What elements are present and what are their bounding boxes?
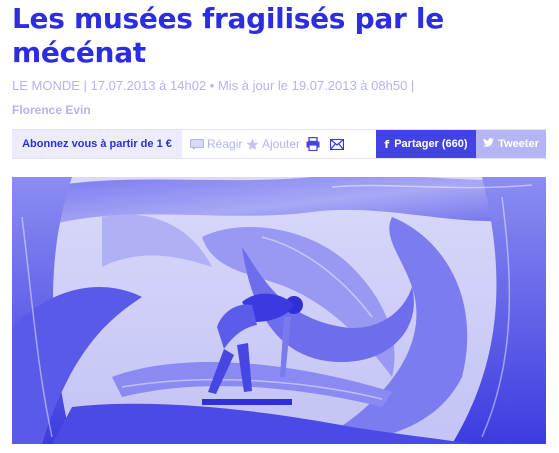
email-button[interactable] (330, 130, 344, 158)
share-toolbar: Abonnez vous à partir de 1 € Réagir Ajou… (12, 129, 546, 159)
article-photo (12, 177, 546, 444)
facebook-share-button[interactable]: f Partager (660) (376, 130, 476, 158)
comment-icon (190, 138, 204, 150)
article-meta: LE MONDE | 17.07.2013 à 14h02 • Mis à jo… (12, 78, 415, 93)
add-button[interactable]: Ajouter (246, 130, 300, 158)
facebook-icon: f (384, 137, 390, 151)
article-title: Les musées fragilisés par le mécénat (12, 2, 444, 69)
tweet-label: Tweeter (498, 138, 539, 150)
star-icon (246, 138, 259, 151)
twitter-icon (483, 138, 494, 150)
print-button[interactable] (306, 130, 320, 158)
mail-icon (330, 138, 344, 150)
react-label: Réagir (207, 137, 243, 151)
react-button[interactable]: Réagir (190, 130, 242, 158)
tweet-button[interactable]: Tweeter (476, 130, 546, 158)
sculpture-photo-illustration (12, 177, 546, 444)
author-name[interactable]: Florence Evin (12, 103, 91, 117)
print-icon (306, 137, 320, 151)
add-label: Ajouter (262, 137, 301, 151)
facebook-share-label: Partager (660) (394, 138, 468, 150)
subscribe-button[interactable]: Abonnez vous à partir de 1 € (12, 130, 182, 158)
